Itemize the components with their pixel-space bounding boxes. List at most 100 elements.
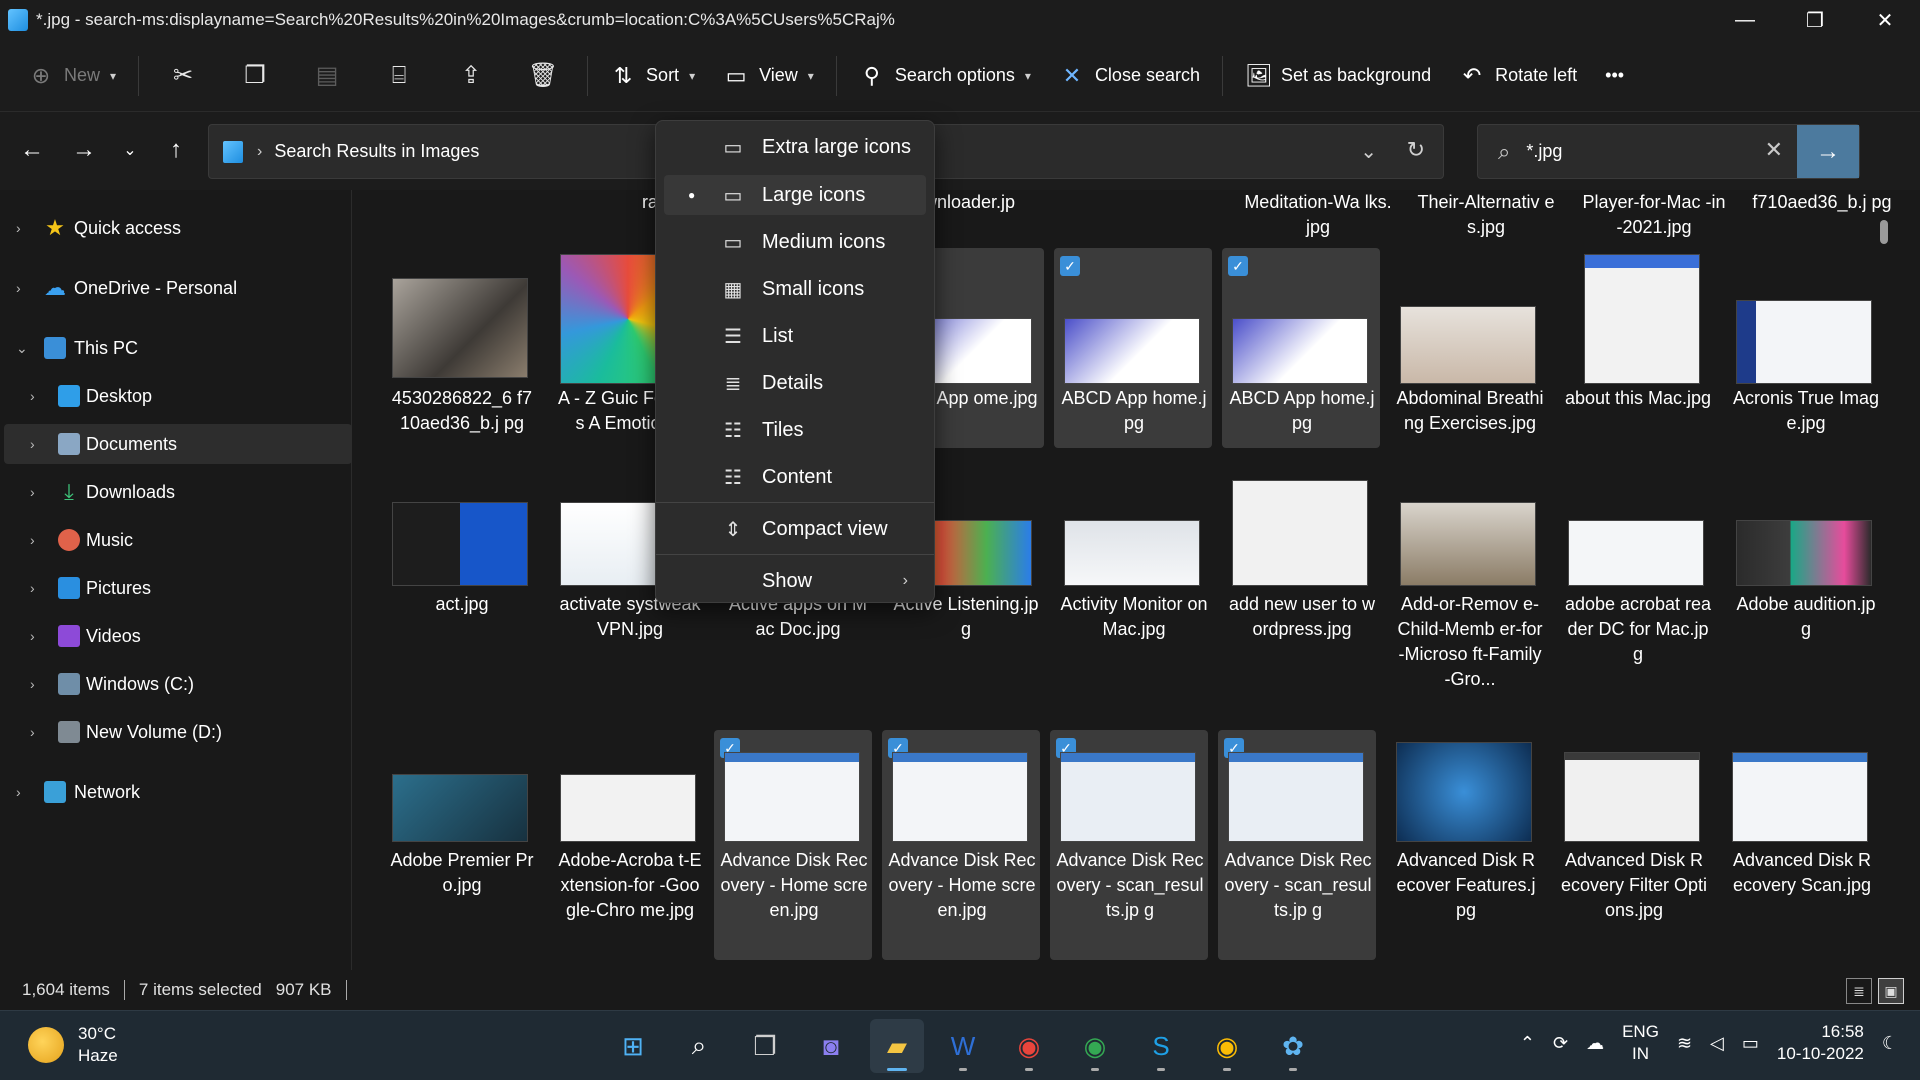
- sidebar-item-onedrive[interactable]: › ☁ OneDrive - Personal: [0, 268, 352, 308]
- menu-item-show[interactable]: Show ›: [664, 561, 926, 601]
- chevron-right-icon[interactable]: ›: [30, 388, 35, 404]
- menu-item-tiles[interactable]: ☷ Tiles: [664, 410, 926, 450]
- chevron-right-icon[interactable]: ›: [30, 628, 35, 644]
- clear-search-icon[interactable]: ✕: [1765, 137, 1783, 163]
- file-tile[interactable]: Adobe-Acroba t-Extension-for -Google-Chr…: [550, 730, 708, 960]
- search-taskbar-button[interactable]: ⌕: [672, 1019, 726, 1073]
- clock[interactable]: 16:58 10-10-2022: [1777, 1021, 1864, 1065]
- rotate-left-button[interactable]: ↶ Rotate left: [1445, 52, 1591, 100]
- onedrive-cloud-icon[interactable]: ☁: [1586, 1033, 1604, 1054]
- menu-item-medium-icons[interactable]: ▭ Medium icons: [664, 222, 926, 262]
- checkbox-checked[interactable]: ✓: [1228, 256, 1248, 276]
- file-label[interactable]: Their-Alternativ es.jpg: [1412, 190, 1560, 240]
- paint-button[interactable]: ✿: [1266, 1019, 1320, 1073]
- close-search-button[interactable]: ✕ Close search: [1045, 52, 1214, 100]
- file-label[interactable]: f710aed36_b.j pg: [1748, 190, 1896, 215]
- file-tile[interactable]: Adobe audition.jpg: [1726, 480, 1884, 680]
- file-tile[interactable]: ✓ Advance Disk Recovery - scan_results.j…: [1218, 730, 1376, 960]
- recent-locations-button[interactable]: ⌄: [112, 132, 148, 168]
- skype-button[interactable]: S: [1134, 1019, 1188, 1073]
- cut-button[interactable]: ✂: [147, 52, 219, 100]
- task-view-button[interactable]: ❐: [738, 1019, 792, 1073]
- sidebar-item-music[interactable]: › Music: [0, 520, 352, 560]
- file-label[interactable]: wnloader.jp: [924, 190, 1074, 215]
- chrome-button-3[interactable]: ◉: [1200, 1019, 1254, 1073]
- file-tile[interactable]: act.jpg: [382, 480, 540, 680]
- chevron-up-icon[interactable]: ⌃: [1520, 1033, 1535, 1054]
- up-button[interactable]: ↑: [158, 132, 194, 168]
- sync-icon[interactable]: ⟳: [1553, 1033, 1568, 1054]
- menu-item-small-icons[interactable]: ▦ Small icons: [664, 269, 926, 309]
- menu-item-large-icons[interactable]: ● ▭ Large icons: [664, 175, 926, 215]
- chevron-right-icon[interactable]: ›: [16, 280, 21, 296]
- delete-button[interactable]: 🗑: [507, 52, 579, 100]
- sidebar-item-this-pc[interactable]: ⌄ This PC: [0, 328, 352, 368]
- file-label[interactable]: Meditation-Wa lks.jpg: [1244, 190, 1392, 240]
- file-tile[interactable]: Advanced Disk Recovery Filter Options.jp…: [1554, 730, 1712, 960]
- speaker-icon[interactable]: ◁: [1710, 1033, 1724, 1054]
- file-tile[interactable]: adobe acrobat reader DC for Mac.jpg: [1558, 480, 1716, 680]
- chevron-right-icon[interactable]: ›: [30, 436, 35, 452]
- file-tile[interactable]: Activity Monitor on Mac.jpg: [1054, 480, 1212, 705]
- file-tile[interactable]: ✓ Advance Disk Recovery - scan_results.j…: [1050, 730, 1208, 960]
- chevron-right-icon[interactable]: ›: [16, 784, 21, 800]
- chevron-right-icon[interactable]: ›: [30, 484, 35, 500]
- file-tile[interactable]: Adobe Premier Pro.jpg: [382, 730, 540, 960]
- copy-button[interactable]: ❐: [219, 52, 291, 100]
- sidebar-item-desktop[interactable]: › Desktop: [0, 376, 352, 416]
- chrome-button-2[interactable]: ◉: [1068, 1019, 1122, 1073]
- file-label[interactable]: Player-for-Mac -in-2021.jpg: [1580, 190, 1728, 240]
- sidebar-item-videos[interactable]: › Videos: [0, 616, 352, 656]
- chevron-right-icon[interactable]: ›: [30, 580, 35, 596]
- search-options-button[interactable]: ⚲ Search options ▾: [845, 52, 1045, 100]
- search-input[interactable]: [1526, 141, 1767, 162]
- wifi-icon[interactable]: ≋: [1677, 1033, 1692, 1054]
- paste-button[interactable]: ▤: [291, 52, 363, 100]
- close-button[interactable]: ✕: [1850, 0, 1920, 40]
- sidebar-item-windows-c[interactable]: › Windows (C:): [0, 664, 352, 704]
- teams-chat-button[interactable]: ◙: [804, 1019, 858, 1073]
- start-button[interactable]: ⊞: [606, 1019, 660, 1073]
- sidebar-item-network[interactable]: › Network: [0, 772, 352, 812]
- file-explorer-button[interactable]: ▰: [870, 1019, 924, 1073]
- search-box[interactable]: ⌕ ✕ →: [1477, 124, 1860, 179]
- chevron-right-icon[interactable]: ›: [30, 724, 35, 740]
- chrome-button-1[interactable]: ◉: [1002, 1019, 1056, 1073]
- new-button[interactable]: ⊕ New ▾: [14, 52, 130, 100]
- search-go-button[interactable]: →: [1797, 125, 1859, 178]
- set-as-background-button[interactable]: 🖼 Set as background: [1231, 52, 1445, 100]
- file-tile[interactable]: ✓ ABCD App home.jpg: [1054, 248, 1212, 448]
- refresh-icon[interactable]: ↻: [1407, 137, 1425, 163]
- file-tile[interactable]: 4530286822_6 f710aed36_b.j pg: [382, 248, 540, 473]
- menu-item-list[interactable]: ☰ List: [664, 316, 926, 356]
- sidebar-item-new-volume-d[interactable]: › New Volume (D:): [0, 712, 352, 752]
- file-tile[interactable]: Abdominal Breathing Exercises.jpg: [1390, 248, 1548, 473]
- view-button[interactable]: ▭ View ▾: [709, 52, 828, 100]
- file-tile[interactable]: ✓ Advance Disk Recovery - Home screen.jp…: [714, 730, 872, 960]
- file-tile[interactable]: Advanced Disk Recovery Scan.jpg: [1722, 730, 1880, 960]
- chevron-right-icon[interactable]: ›: [16, 220, 21, 236]
- file-tile[interactable]: ✓ ABCD App home.jpg: [1222, 248, 1380, 448]
- chevron-down-icon[interactable]: ⌄: [16, 340, 28, 357]
- sort-button[interactable]: ⇅ Sort ▾: [596, 52, 709, 100]
- chevron-right-icon[interactable]: ›: [30, 532, 35, 548]
- sidebar-item-documents[interactable]: › Documents: [4, 424, 352, 464]
- menu-item-compact-view[interactable]: ⇕ Compact view: [664, 509, 926, 549]
- file-tile[interactable]: add new user to wordpress.jpg: [1222, 480, 1380, 705]
- file-tile[interactable]: Add-or-Remov e-Child-Memb er-for-Microso…: [1390, 480, 1548, 705]
- file-tile[interactable]: Advanced Disk Recover Features.jpg: [1386, 730, 1544, 960]
- sidebar-item-pictures[interactable]: › Pictures: [0, 568, 352, 608]
- notifications-icon[interactable]: ☾: [1882, 1033, 1898, 1054]
- large-icons-view-button[interactable]: ▣: [1878, 978, 1904, 1004]
- file-tile[interactable]: about this Mac.jpg: [1558, 248, 1716, 448]
- scrollbar-thumb[interactable]: [1880, 220, 1888, 244]
- maximize-button[interactable]: ❐: [1780, 0, 1850, 40]
- details-view-button[interactable]: ≣: [1846, 978, 1872, 1004]
- forward-button[interactable]: →: [66, 132, 102, 168]
- sidebar-item-downloads[interactable]: › ⤓ Downloads: [0, 472, 352, 512]
- menu-item-content[interactable]: ☷ Content: [664, 457, 926, 497]
- share-button[interactable]: ⇪: [435, 52, 507, 100]
- battery-icon[interactable]: ▭: [1742, 1033, 1759, 1054]
- language-indicator[interactable]: ENG IN: [1622, 1021, 1659, 1065]
- file-tile[interactable]: Acronis True Image.jpg: [1726, 248, 1884, 448]
